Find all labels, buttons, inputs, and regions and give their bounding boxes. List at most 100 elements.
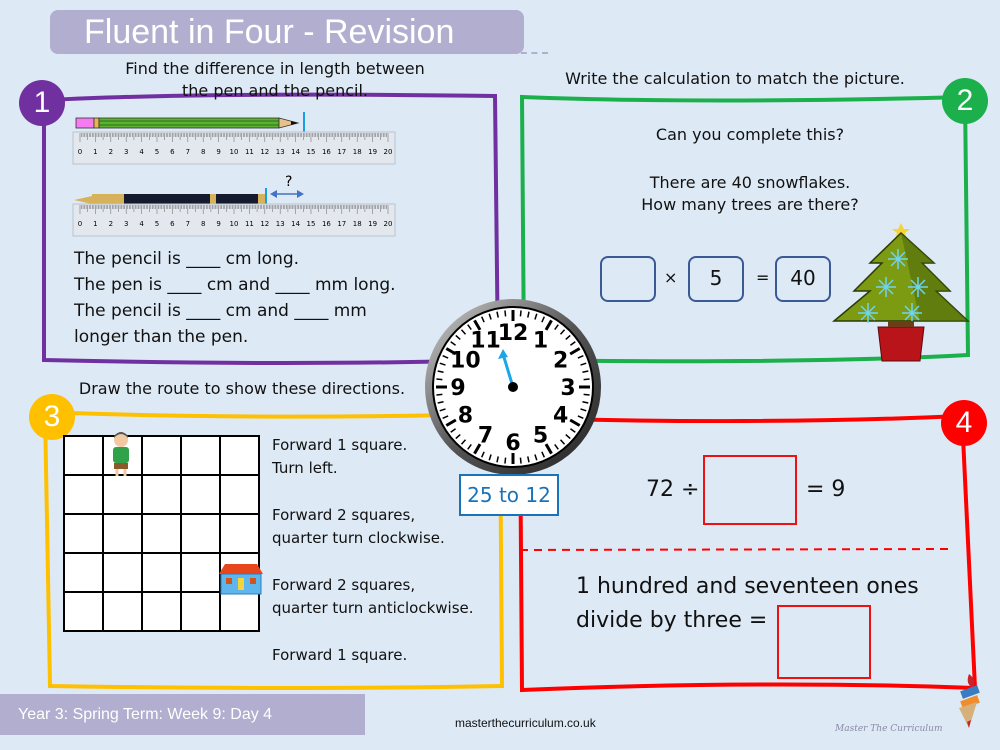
grid-cell[interactable]	[63, 513, 104, 554]
clock-tick	[504, 310, 507, 317]
factor-box: 5	[688, 256, 744, 302]
q2-instruction: Write the calculation to match the pictu…	[565, 69, 905, 88]
q3-directions: Forward 1 square. Turn left. Forward 2 s…	[272, 434, 474, 667]
pot-icon	[877, 326, 925, 362]
ruler-label: 8	[201, 220, 205, 228]
clock-label: 25 to 12	[459, 474, 559, 516]
grid-cell[interactable]	[63, 552, 104, 593]
direction-step: Forward 2 squares, quarter turn anticloc…	[272, 574, 474, 644]
q1-line: The pencil is ____ cm and ____ mm	[74, 301, 367, 321]
q2-story-line: How many trees are there?	[641, 195, 859, 214]
lesson-label: Year 3: Spring Term: Week 9: Day 4	[18, 706, 273, 723]
direction-line: quarter turn anticlockwise.	[272, 599, 474, 617]
grid-cell[interactable]	[219, 591, 260, 632]
grid-cell[interactable]	[102, 591, 143, 632]
ruler-label: 20	[384, 220, 393, 228]
divisor-answer-box[interactable]	[703, 455, 797, 525]
ruler-label: 6	[170, 220, 175, 228]
grid-cell[interactable]	[141, 513, 182, 554]
grid-cell[interactable]	[180, 513, 221, 554]
ruler: 0 1 2 3 4 5 6 7 8 9 10 11 12 13 14 15 16 17 18 19 20	[72, 203, 396, 237]
clock-number: 11	[470, 328, 501, 353]
grid-cell[interactable]	[63, 591, 104, 632]
clock-tick	[436, 378, 443, 381]
school-icon	[219, 564, 263, 595]
ruler-label: 17	[337, 220, 346, 228]
quotient-answer-box[interactable]	[777, 605, 871, 679]
ruler-label: 11	[245, 148, 254, 156]
q1-prompts: The pencil is ____ cm long. The pen is _…	[74, 246, 434, 350]
ruler-label: 18	[353, 148, 362, 156]
grid-cell[interactable]	[63, 474, 104, 515]
grid-row	[63, 591, 260, 632]
ruler-label: 4	[139, 148, 144, 156]
ruler-label: 17	[337, 148, 346, 156]
grid-cell[interactable]	[102, 474, 143, 515]
clock-tick	[436, 393, 443, 396]
grid-cell[interactable]	[180, 591, 221, 632]
ruler-label: 9	[216, 148, 220, 156]
ruler-label: 14	[291, 148, 300, 156]
clock-tick	[519, 457, 522, 464]
ruler-label: 5	[155, 220, 159, 228]
grid-cell[interactable]	[102, 513, 143, 554]
direction-line: Forward 1 square.	[272, 436, 408, 454]
q4-word-line: 1 hundred and seventeen ones	[576, 574, 919, 599]
ruler-label: 8	[201, 148, 205, 156]
question-number-badge: 4	[941, 400, 987, 446]
ruler-label: 15	[307, 148, 316, 156]
multiply-sign: ×	[664, 268, 678, 287]
clock-tick	[583, 378, 590, 381]
clock-tick	[519, 310, 522, 317]
ruler-label: 13	[276, 220, 285, 228]
clock-tick	[583, 393, 590, 396]
ruler-label: 7	[186, 220, 190, 228]
ruler-label: 5	[155, 148, 159, 156]
q1-instruction-line: the pen and the pencil.	[181, 81, 368, 100]
direction-line: Forward 1 square.	[272, 646, 408, 664]
ruler-label: 3	[124, 220, 128, 228]
ruler-label: 2	[109, 148, 113, 156]
ruler-label: 10	[230, 220, 239, 228]
ruler-label: 12	[260, 220, 269, 228]
q1-line: The pen is ____ cm and ____ mm long.	[74, 275, 396, 295]
q4-divider	[519, 548, 949, 551]
grid-cell[interactable]	[219, 435, 260, 476]
grid-cell[interactable]	[141, 474, 182, 515]
question-number-badge: 2	[942, 78, 988, 124]
site-link[interactable]: masterthecurriculum.co.uk	[455, 716, 596, 730]
grid-cell[interactable]	[219, 474, 260, 515]
answer-box-trees[interactable]	[600, 256, 656, 302]
clock-center	[508, 382, 518, 392]
direction-step: Forward 1 square.	[272, 644, 474, 667]
ruler-label: 9	[216, 220, 220, 228]
pencil-logo-icon	[959, 674, 980, 728]
ruler-illustration: 0 1 2 3 4 5 6 7 8 9 10 11 12 13 14 15 16 17 18 19 20 ? 01234…	[72, 112, 396, 237]
clock-number: 2	[553, 349, 568, 374]
pencil-icon	[75, 117, 300, 129]
grid-cell[interactable]	[141, 591, 182, 632]
ruler: 0 1 2 3 4 5 6 7 8 9 10 11 12 13 14 15 16 17 18 19 20	[72, 131, 396, 165]
direction-line: Forward 2 squares,	[272, 506, 416, 524]
grid-cell[interactable]	[180, 435, 221, 476]
route-grid[interactable]	[63, 435, 260, 632]
ruler-label: 15	[307, 220, 316, 228]
clock-number: 1	[533, 328, 548, 353]
clock-number: 6	[505, 431, 520, 456]
grid-cell[interactable]	[141, 435, 182, 476]
grid-cell[interactable]	[180, 552, 221, 593]
grid-row	[63, 513, 260, 554]
grid-row	[63, 474, 260, 515]
grid-cell[interactable]	[63, 435, 104, 476]
q1-instruction-line: Find the difference in length between	[125, 59, 425, 78]
christmas-tree-icon	[831, 223, 970, 362]
grid-cell[interactable]	[141, 552, 182, 593]
ruler-label: 10	[230, 148, 239, 156]
equals-sign: =	[756, 268, 770, 287]
grid-cell[interactable]	[219, 513, 260, 554]
grid-cell[interactable]	[180, 474, 221, 515]
grid-cell[interactable]	[102, 552, 143, 593]
ruler-label: 18	[353, 220, 362, 228]
child-icon	[113, 432, 129, 476]
grid-row	[63, 435, 260, 476]
